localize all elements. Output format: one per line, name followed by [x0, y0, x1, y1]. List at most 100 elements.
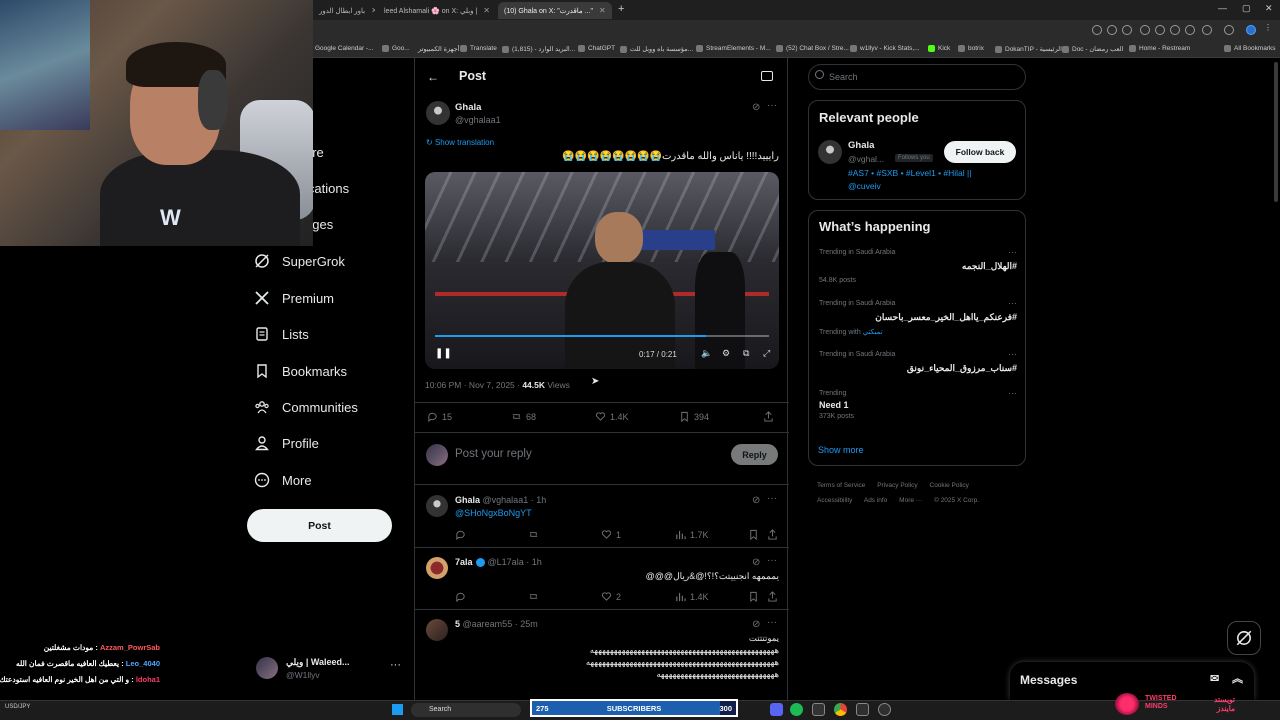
bookmark[interactable]: أجهزة الكمبيوتر	[418, 45, 459, 53]
grok-icon[interactable]: ⊘	[752, 619, 760, 630]
footer-link[interactable]: Cookie Policy	[930, 482, 969, 489]
avatar[interactable]	[426, 101, 450, 125]
grok-floating-button[interactable]	[1227, 621, 1261, 655]
more-icon[interactable]: ···	[767, 100, 777, 111]
nav-item-profile[interactable]: Profile	[254, 435, 319, 451]
extension-icon[interactable]	[1185, 25, 1195, 35]
extension-icon[interactable]	[1202, 25, 1212, 35]
avatar[interactable]	[426, 557, 448, 579]
bookmark[interactable]: StreamElements - M...	[696, 45, 771, 52]
video-player[interactable]: ❚❚ 0:17 / 0:21 🔈 ⚙ ⧉ ⤢	[425, 172, 779, 369]
nav-item-bookmarks[interactable]: Bookmarks	[254, 363, 347, 379]
reply-button[interactable]: 15	[427, 411, 452, 422]
bookmark[interactable]: Translate	[460, 45, 497, 52]
new-message-icon[interactable]: ✉	[1210, 672, 1219, 685]
avatar[interactable]	[818, 140, 842, 164]
spotify-icon[interactable]	[790, 703, 803, 716]
bookmark[interactable]: DokanTIP - الرئيسية	[995, 45, 1062, 53]
person-bio-mention[interactable]: @cuveiv	[848, 181, 881, 191]
bookmark[interactable]: ChatGPT	[578, 45, 615, 52]
footer-link[interactable]: Accessibility	[817, 497, 852, 504]
reply-author[interactable]: Ghala @vghalaa1 · 1h	[455, 495, 546, 505]
menu-icon[interactable]: ⋮	[1264, 23, 1274, 33]
nav-item-communities[interactable]: Communities	[254, 399, 358, 415]
reply-button[interactable]: Reply	[731, 444, 778, 465]
grok-icon[interactable]: ⊘	[752, 557, 760, 568]
reply-button[interactable]	[455, 529, 466, 540]
views-button[interactable]: 1.4K	[675, 591, 709, 602]
more-icon[interactable]: ···	[1008, 247, 1017, 257]
bookmark[interactable]: Doc - العب رمضان	[1062, 45, 1123, 53]
reply-author[interactable]: 5 @aaream55 · 25m	[455, 619, 538, 629]
post-button[interactable]: Post	[247, 509, 392, 542]
discord-icon[interactable]	[770, 703, 783, 716]
extension-icon[interactable]	[1092, 25, 1102, 35]
views-button[interactable]: 1.7K	[675, 529, 709, 540]
profile-avatar-icon[interactable]	[1246, 25, 1256, 35]
share-button[interactable]	[767, 591, 778, 602]
person-handle[interactable]: @vghal...	[848, 154, 884, 164]
bookmark[interactable]: Goo...	[382, 45, 410, 52]
close-icon[interactable]: ✕	[599, 6, 606, 15]
bookmark-button[interactable]	[748, 591, 759, 602]
bookmark[interactable]: مؤسسة باه ووبل للت...	[620, 45, 693, 53]
author-name[interactable]: Ghala	[455, 102, 481, 113]
repost-button[interactable]: 68	[511, 411, 536, 422]
bookmark[interactable]: البريد الوارد - (1,815)...	[502, 45, 575, 53]
mention-link[interactable]: @SHoNgxBoNgYT	[455, 508, 532, 518]
show-translation-link[interactable]: ↻ Show translation	[426, 138, 494, 147]
nav-item-more[interactable]: More	[254, 472, 312, 488]
footer-link[interactable]: Privacy Policy	[877, 482, 917, 489]
like-button[interactable]: 2	[601, 591, 621, 602]
bookmark-button[interactable]: 394	[679, 411, 709, 422]
bookmark[interactable]: Kick	[928, 45, 950, 52]
app-icon[interactable]	[878, 703, 891, 716]
nav-item-supergrok[interactable]: SuperGrok	[254, 253, 345, 269]
expand-icon[interactable]: ︽	[1232, 670, 1243, 686]
reply-button[interactable]	[455, 591, 466, 602]
browser-tab-active[interactable]: (10) Ghala on X: "ماقدرت ..." ✕	[498, 2, 612, 19]
sidebar-icon[interactable]	[1224, 25, 1234, 35]
more-icon[interactable]: ···	[767, 617, 777, 628]
nav-item-premium[interactable]: Premium	[254, 290, 334, 306]
nav-item-lists[interactable]: Lists	[254, 326, 309, 342]
reply-input[interactable]: Post your reply	[455, 448, 532, 460]
show-more-link[interactable]: Show more	[818, 445, 864, 455]
extension-icon[interactable]	[1170, 25, 1180, 35]
trend-item[interactable]: Trending in Saudi Arabia ··· #فرعنكم_يااه…	[819, 298, 1017, 336]
minimize-icon[interactable]: —	[1218, 3, 1227, 13]
close-icon[interactable]: ✕	[483, 6, 490, 15]
volume-icon[interactable]: 🔈	[701, 348, 712, 359]
trend-item[interactable]: Trending in Saudi Arabia ··· #الهلال_النج…	[819, 247, 1017, 284]
scrollbar[interactable]	[1274, 62, 1278, 202]
taskbar-search[interactable]: Search	[411, 703, 521, 717]
person-bio[interactable]: #AS7 • #SXB • #Level1 • #Hilal ||	[848, 168, 971, 178]
all-bookmarks[interactable]: All Bookmarks	[1224, 45, 1276, 52]
zoom-icon[interactable]	[1107, 25, 1117, 35]
reply-author[interactable]: 7ala @L17ala · 1h	[455, 557, 542, 567]
reader-icon[interactable]	[761, 71, 773, 81]
author-handle[interactable]: @vghalaa1	[455, 115, 501, 125]
more-icon[interactable]: ···	[767, 493, 777, 504]
account-switcher[interactable]: ويلي | Waleed... @W1llyv ···	[256, 655, 406, 685]
maximize-icon[interactable]: ▢	[1242, 3, 1251, 14]
person-name[interactable]: Ghala	[848, 140, 874, 151]
app-icon[interactable]	[856, 703, 869, 716]
search-input[interactable]: Search	[808, 64, 1026, 90]
new-tab-icon[interactable]: +	[618, 3, 624, 15]
close-icon[interactable]: ✕	[371, 6, 375, 15]
browser-tab[interactable]: باور ابطال الدور ✕	[313, 2, 375, 19]
more-icon[interactable]: ···	[767, 555, 777, 566]
avatar[interactable]	[426, 495, 448, 517]
like-button[interactable]: 1.4K	[595, 411, 629, 422]
avatar[interactable]	[426, 619, 448, 641]
trend-item[interactable]: Trending in Saudi Arabia ··· #سناب_مرزوق_…	[819, 349, 1017, 374]
footer-link[interactable]: Ads info	[864, 497, 888, 504]
more-icon[interactable]: ···	[1008, 349, 1017, 359]
bookmark-button[interactable]	[748, 529, 759, 540]
follow-back-button[interactable]: Follow back	[944, 141, 1016, 163]
bookmark[interactable]: (52) Chat Box / Stre...	[776, 45, 849, 52]
chrome-icon[interactable]	[834, 703, 847, 716]
share-button[interactable]	[767, 529, 778, 540]
star-icon[interactable]	[1122, 25, 1132, 35]
